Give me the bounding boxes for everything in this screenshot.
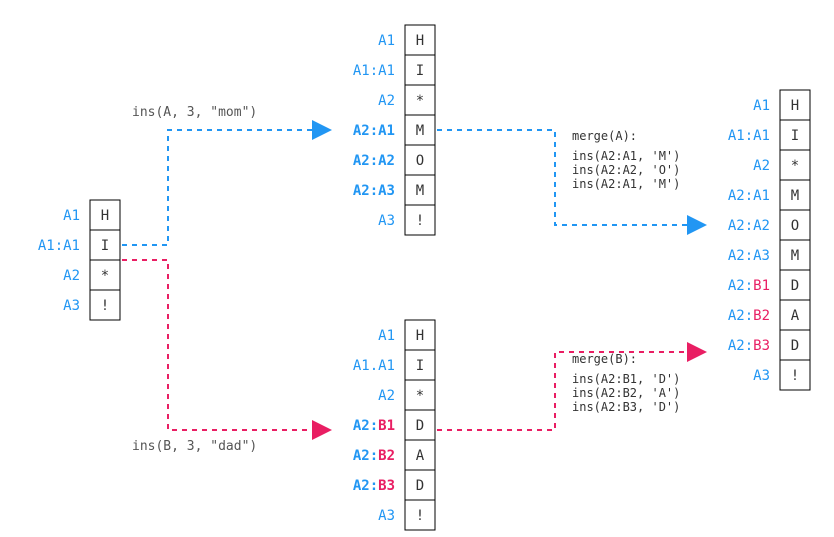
col2top-id-6: A3 — [378, 213, 395, 229]
col2bot-cell-0: H — [416, 328, 424, 344]
merge-a-line-1: ins(A2:A2, 'O') — [572, 163, 680, 177]
merge-b-block: merge(B): ins(A2:B1, 'D') ins(A2:B2, 'A'… — [572, 352, 680, 414]
col3-id-3: A2:A1 — [728, 188, 770, 204]
col2top-cell-6: ! — [416, 213, 424, 229]
col2bot-cell-4: A — [416, 448, 425, 464]
col2bot-id-5: A2:B3 — [353, 478, 395, 494]
merge-b-title: merge(B): — [572, 352, 637, 366]
col3-cell-7: A — [791, 308, 800, 324]
col3-cell-3: M — [791, 188, 799, 204]
col3-id-5: A2:A3 — [728, 248, 770, 264]
merge-a-line-0: ins(A2:A1, 'M') — [572, 149, 680, 163]
col1-cell-0: H — [101, 208, 109, 224]
col2top-cell-0: H — [416, 33, 424, 49]
col2top-id-2: A2 — [378, 93, 395, 109]
col3-cell-0: H — [791, 98, 799, 114]
col2top-id-3: A2:A1 — [353, 123, 395, 139]
col2bot-cell-6: ! — [416, 508, 424, 524]
col3-id-9: A3 — [753, 368, 770, 384]
col3-cell-4: O — [791, 218, 799, 234]
merge-b-line-0: ins(A2:B1, 'D') — [572, 372, 680, 386]
col2top-cell-5: M — [416, 183, 424, 199]
col2top-id-4: A2:A2 — [353, 153, 395, 169]
col1-id-0: A1 — [63, 208, 80, 224]
col2top-stack: H A1 I A1:A1 * A2 M A2:A1 O A2:A2 M A2:A… — [353, 25, 435, 235]
arrow-ins-b — [122, 260, 330, 430]
col2bot-id-4: A2:B2 — [353, 448, 395, 464]
col2bot-id-0: A1 — [378, 328, 395, 344]
col3-id-2: A2 — [753, 158, 770, 174]
op-b-label: ins(B, 3, "dad") — [132, 439, 257, 454]
col3-cell-8: D — [791, 338, 799, 354]
col1-id-1: A1:A1 — [38, 238, 80, 254]
merge-a-title: merge(A): — [572, 129, 637, 143]
arrow-ins-a — [122, 130, 330, 245]
col2top-cell-3: M — [416, 123, 424, 139]
col2bot-id-6: A3 — [378, 508, 395, 524]
col2top-cell-2: * — [416, 93, 424, 109]
col3-cell-6: D — [791, 278, 799, 294]
col3-id-0: A1 — [753, 98, 770, 114]
col3-id-1: A1:A1 — [728, 128, 770, 144]
col2top-cell-4: O — [416, 153, 424, 169]
col2bot-id-1: A1.A1 — [353, 358, 395, 374]
merge-b-line-2: ins(A2:B3, 'D') — [572, 400, 680, 414]
col1-id-2: A2 — [63, 268, 80, 284]
col2bot-cell-5: D — [416, 478, 424, 494]
col3-cell-5: M — [791, 248, 799, 264]
merge-a-block: merge(A): ins(A2:A1, 'M') ins(A2:A2, 'O'… — [572, 129, 680, 191]
col3-stack: H A1 I A1:A1 * A2 M A2:A1 O A2:A2 M A2:A… — [728, 90, 810, 390]
merge-a-line-2: ins(A2:A1, 'M') — [572, 177, 680, 191]
col1-cell-3: ! — [101, 298, 109, 314]
col2bot-cell-2: * — [416, 388, 424, 404]
col2top-id-1: A1:A1 — [353, 63, 395, 79]
col3-id-6: A2:B1 — [728, 278, 770, 294]
col2top-id-5: A2:A3 — [353, 183, 395, 199]
col3-id-8: A2:B3 — [728, 338, 770, 354]
col3-id-7: A2:B2 — [728, 308, 770, 324]
col1-cell-1: I — [101, 238, 109, 254]
col3-cell-1: I — [791, 128, 799, 144]
col3-id-4: A2:A2 — [728, 218, 770, 234]
merge-b-line-1: ins(A2:B2, 'A') — [572, 386, 680, 400]
col2bot-cell-3: D — [416, 418, 424, 434]
col2bot-stack: H A1 I A1.A1 * A2 D A2:B1 A A2:B2 D A2:B… — [353, 320, 435, 530]
col2bot-cell-1: I — [416, 358, 424, 374]
col1-cell-2: * — [101, 268, 109, 284]
op-a-label: ins(A, 3, "mom") — [132, 105, 257, 120]
col1-stack: H A1 I A1:A1 * A2 ! A3 — [38, 200, 120, 320]
col1-id-3: A3 — [63, 298, 80, 314]
col2top-id-0: A1 — [378, 33, 395, 49]
col2top-cell-1: I — [416, 63, 424, 79]
col3-cell-9: ! — [791, 368, 799, 384]
col2bot-id-3: A2:B1 — [353, 418, 395, 434]
col3-cell-2: * — [791, 158, 799, 174]
col2bot-id-2: A2 — [378, 388, 395, 404]
